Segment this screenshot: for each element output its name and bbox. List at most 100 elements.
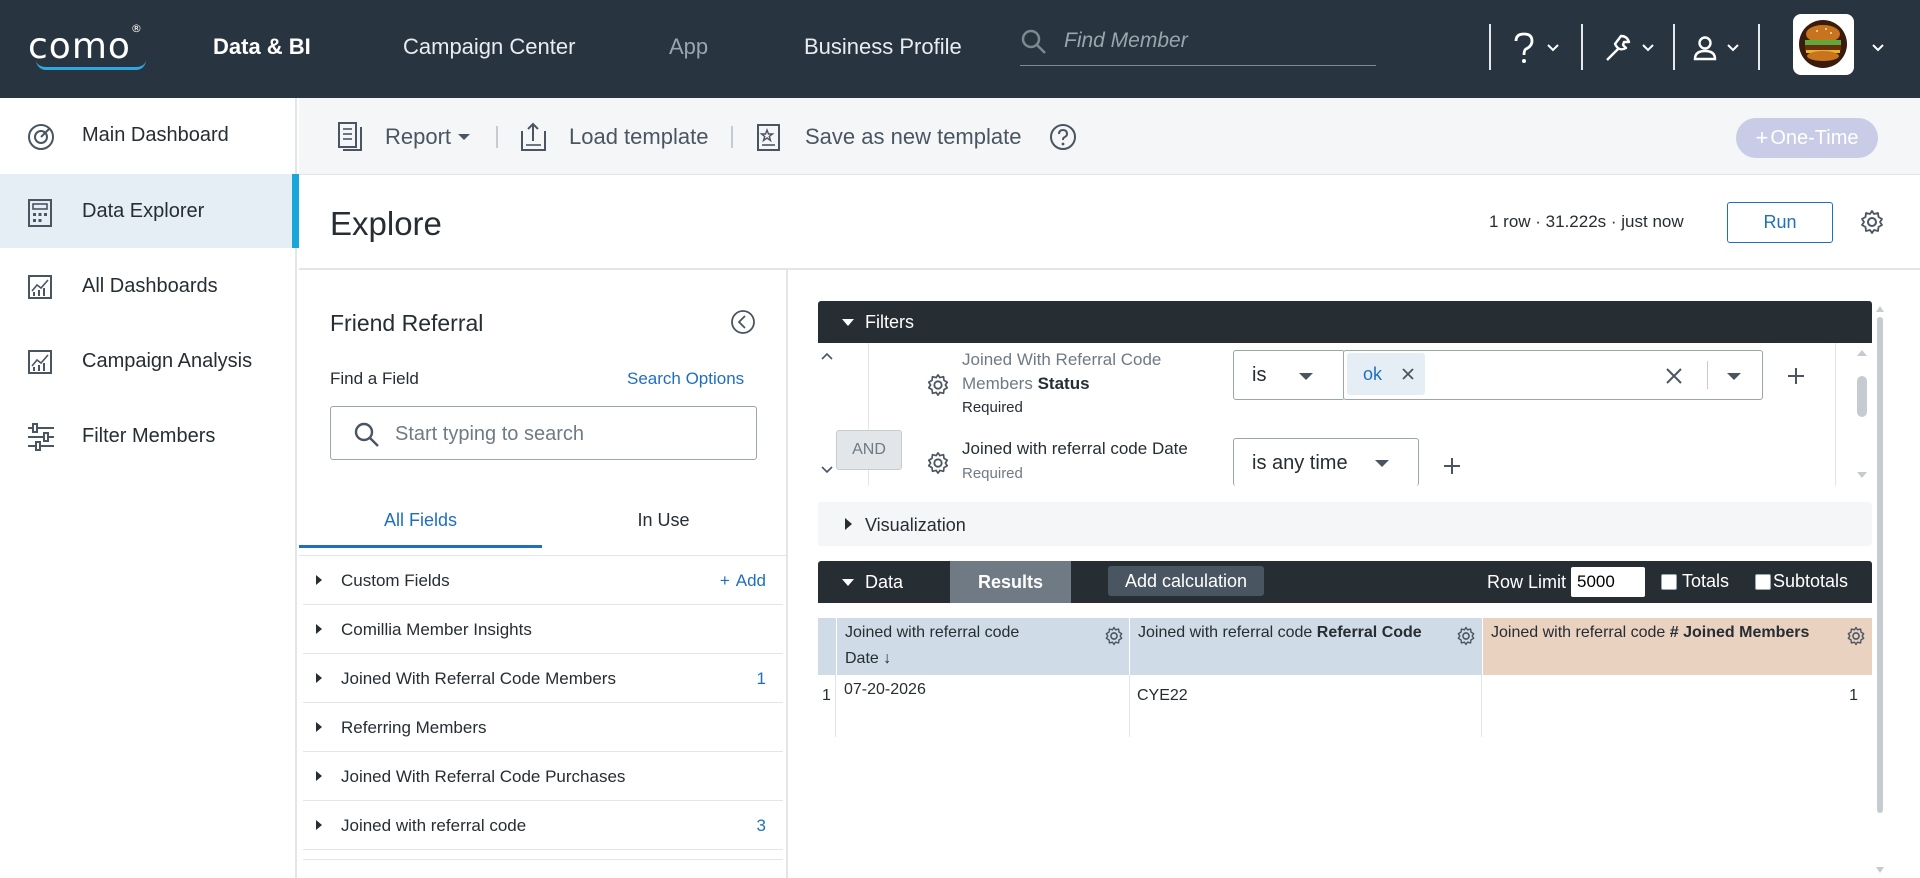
filters-section-header[interactable]: Filters — [818, 301, 1872, 343]
add-calculation-button[interactable]: Add calculation — [1108, 566, 1264, 596]
data-label: Data — [865, 572, 904, 592]
field-group-label: Custom Fields — [341, 571, 450, 590]
gear-icon[interactable] — [1456, 626, 1476, 646]
scroll-thumb[interactable] — [1857, 376, 1867, 417]
nav-data-bi[interactable]: Data & BI — [213, 34, 311, 60]
run-button[interactable]: Run — [1727, 202, 1833, 243]
filter-operator-select[interactable]: is — [1233, 350, 1345, 400]
field-group-custom-fields[interactable]: Custom Fields + Add — [303, 556, 783, 605]
add-filter-icon[interactable] — [1442, 456, 1462, 476]
tab-all-fields[interactable]: All Fields — [299, 498, 542, 548]
sidebar-item-campaign-analysis[interactable]: Campaign Analysis — [0, 324, 297, 398]
and-operator-button[interactable]: AND — [836, 430, 902, 470]
clear-icon[interactable] — [1664, 366, 1684, 386]
field-search-box[interactable] — [330, 406, 757, 460]
gear-icon[interactable] — [926, 373, 950, 397]
scroll-thumb[interactable] — [1877, 317, 1883, 813]
totals-label: Totals — [1682, 571, 1730, 591]
main-scrollbar[interactable] — [1875, 305, 1885, 813]
sidebar-item-data-explorer[interactable]: Data Explorer — [0, 174, 299, 248]
gear-icon[interactable] — [926, 451, 950, 475]
field-group-label: Joined with referral code — [341, 816, 527, 835]
gear-icon[interactable] — [1104, 626, 1124, 646]
tools-menu-button[interactable] — [1601, 28, 1655, 68]
sidebar-item-label: All Dashboards — [82, 274, 218, 297]
add-custom-field-button[interactable]: + Add — [720, 571, 766, 591]
tab-in-use[interactable]: In Use — [542, 498, 785, 548]
gear-icon[interactable] — [1859, 209, 1885, 235]
sidebar-item-filter-members[interactable]: Filter Members — [0, 399, 297, 473]
save-template-button[interactable]: Save as new template — [755, 98, 1021, 175]
filters-label: Filters — [865, 312, 914, 332]
burger-logo-icon — [1799, 20, 1847, 68]
collapse-panel-icon[interactable] — [729, 308, 757, 336]
chart-icon — [28, 350, 52, 374]
filter-operator-select[interactable]: is any time — [1233, 438, 1419, 486]
column-header-joined-members[interactable]: Joined with referral code # Joined Membe… — [1482, 618, 1872, 675]
sidebar-item-all-dashboards[interactable]: All Dashboards — [0, 249, 297, 323]
visualization-section-header[interactable]: Visualization — [818, 502, 1872, 546]
find-member-search[interactable] — [1020, 22, 1376, 66]
nav-app[interactable]: App — [669, 34, 708, 60]
load-template-icon — [521, 122, 546, 151]
scroll-up-icon — [1857, 350, 1867, 356]
help-button[interactable] — [1049, 98, 1077, 175]
field-group-partial — [303, 850, 783, 860]
find-field-label: Find a Field — [330, 369, 419, 388]
field-group-comillia-member-insights[interactable]: Comillia Member Insights — [303, 605, 783, 654]
field-group-joined-with-referral-code-members[interactable]: Joined With Referral Code Members 1 — [303, 654, 783, 703]
caret-down-icon — [1375, 460, 1389, 467]
explore-name: Friend Referral — [330, 310, 484, 336]
help-icon — [1514, 32, 1534, 63]
find-member-input[interactable] — [1064, 26, 1364, 56]
business-avatar[interactable] — [1793, 14, 1854, 75]
gear-icon[interactable] — [1846, 626, 1866, 646]
chevron-down-icon — [1547, 44, 1559, 52]
como-logo[interactable]: como® — [28, 22, 146, 70]
user-menu-button[interactable] — [1692, 28, 1740, 68]
divider — [1581, 24, 1583, 70]
table-cell-joined-members: 1 — [1849, 687, 1858, 704]
report-menu-button[interactable]: Report — [335, 98, 471, 175]
search-options-link[interactable]: Search Options — [627, 369, 744, 389]
checkbox[interactable] — [1755, 573, 1771, 590]
chart-icon — [28, 275, 52, 299]
remove-chip-icon[interactable] — [1401, 367, 1415, 381]
caret-down-icon[interactable] — [1727, 373, 1741, 380]
visualization-label: Visualization — [865, 515, 966, 535]
field-group-joined-with-referral-code-purchases[interactable]: Joined With Referral Code Purchases — [303, 752, 783, 801]
column-header-date[interactable]: Joined with referral code Date ↓ — [836, 618, 1130, 675]
chevron-down-icon[interactable] — [820, 465, 834, 475]
help-menu-button[interactable] — [1510, 28, 1560, 68]
field-group-joined-with-referral-code[interactable]: Joined with referral code 3 — [303, 801, 783, 850]
user-icon — [1693, 36, 1717, 61]
checkbox[interactable] — [1661, 573, 1677, 590]
load-template-button[interactable]: Load template — [519, 98, 708, 175]
one-time-button[interactable]: + One-Time — [1736, 118, 1878, 158]
speedometer-icon — [28, 124, 54, 150]
chevron-up-icon[interactable] — [820, 351, 834, 361]
filter-field-label: Joined With Referral Code Members Status — [962, 350, 1162, 393]
field-group-referring-members[interactable]: Referring Members — [303, 703, 783, 752]
field-search-input[interactable] — [395, 419, 735, 449]
row-limit-input[interactable] — [1571, 567, 1645, 597]
business-menu-button[interactable] — [1871, 28, 1885, 68]
caret-right-icon — [316, 722, 322, 732]
filter-field-label: Joined with referral code Date — [962, 439, 1188, 458]
totals-checkbox[interactable]: Totals — [1661, 571, 1729, 592]
divider — [731, 126, 733, 148]
page-title: Explore — [330, 205, 442, 242]
nav-business-profile[interactable]: Business Profile — [804, 34, 962, 60]
filters-scrollbar[interactable] — [1853, 343, 1871, 486]
column-header-referral-code[interactable]: Joined with referral code Referral Code — [1129, 618, 1482, 675]
sidebar-item-main-dashboard[interactable]: Main Dashboard — [0, 98, 297, 172]
add-filter-icon[interactable] — [1786, 366, 1806, 386]
nav-campaign-center[interactable]: Campaign Center — [403, 34, 575, 60]
data-section-toggle[interactable]: Data — [818, 561, 950, 603]
tab-results[interactable]: Results — [950, 561, 1071, 603]
report-label: Report — [385, 123, 452, 149]
filter-value-chip[interactable]: ok — [1347, 353, 1425, 395]
subtotals-checkbox[interactable]: Subtotals — [1755, 571, 1848, 592]
caret-right-icon — [316, 624, 322, 634]
divider — [1835, 343, 1836, 486]
